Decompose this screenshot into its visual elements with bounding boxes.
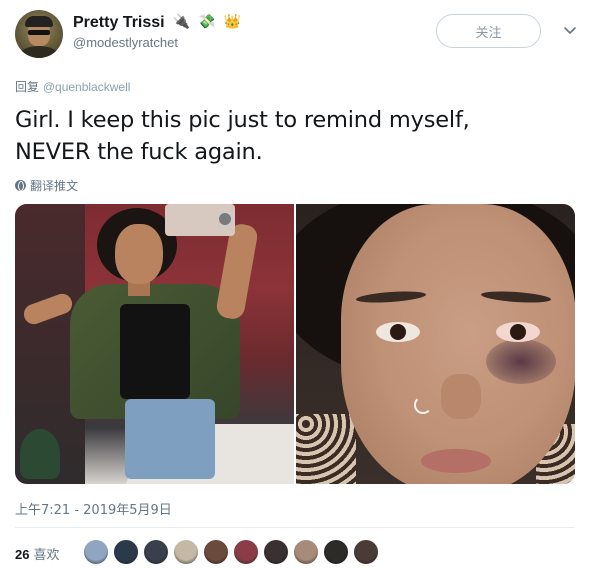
tweet-text: Girl. I keep this pic just to remind mys…	[15, 104, 585, 168]
author-handle[interactable]: @modestlyratchet	[73, 35, 241, 50]
tweet-text-line-1: Girl. I keep this pic just to remind mys…	[15, 107, 470, 133]
translate-tweet-link[interactable]: 翻译推文	[15, 177, 78, 194]
tweet-media	[15, 204, 575, 484]
divider	[15, 527, 575, 528]
media-photo-1[interactable]	[15, 204, 294, 484]
media-photo-2[interactable]	[296, 204, 575, 484]
crown-emoji-icon: 👑	[223, 14, 242, 30]
tweet-timestamp[interactable]: 上午7:21 - 2019年5月9日	[15, 499, 172, 518]
liker-avatar[interactable]	[173, 539, 199, 565]
author-info[interactable]: Pretty Trissi 🔌 💸 👑 @modestlyratchet	[73, 12, 241, 50]
tweet-text-line-2: NEVER the fuck again.	[15, 139, 263, 165]
author-avatar[interactable]	[15, 10, 63, 58]
liker-avatar[interactable]	[143, 539, 169, 565]
liker-avatar[interactable]	[293, 539, 319, 565]
money-emoji-icon: 💸	[198, 14, 216, 30]
liker-avatar[interactable]	[113, 539, 139, 565]
liker-avatar[interactable]	[353, 539, 379, 565]
globe-icon	[15, 180, 26, 191]
liker-avatar[interactable]	[263, 539, 289, 565]
translate-label: 翻译推文	[30, 179, 79, 193]
liker-avatars	[83, 539, 379, 565]
liker-avatar[interactable]	[83, 539, 109, 565]
loading-spinner-icon	[414, 396, 432, 414]
likes-count[interactable]: 26 喜欢	[15, 544, 59, 563]
likes-number: 26	[15, 547, 30, 562]
reply-mention-link[interactable]: @quenblackwell	[43, 80, 131, 94]
tweet-header: Pretty Trissi 🔌 💸 👑 @modestlyratchet 关注	[15, 10, 593, 60]
chevron-down-icon[interactable]	[562, 22, 578, 38]
liker-avatar[interactable]	[323, 539, 349, 565]
reply-prefix: 回复	[15, 80, 40, 94]
likes-label: 喜欢	[33, 548, 60, 563]
liker-avatar[interactable]	[233, 539, 259, 565]
follow-button[interactable]: 关注	[436, 14, 541, 48]
liker-avatar[interactable]	[203, 539, 229, 565]
plug-emoji-icon: 🔌	[172, 14, 191, 30]
author-display-name[interactable]: Pretty Trissi	[73, 14, 165, 31]
reply-context: 回复 @quenblackwell	[15, 78, 130, 95]
